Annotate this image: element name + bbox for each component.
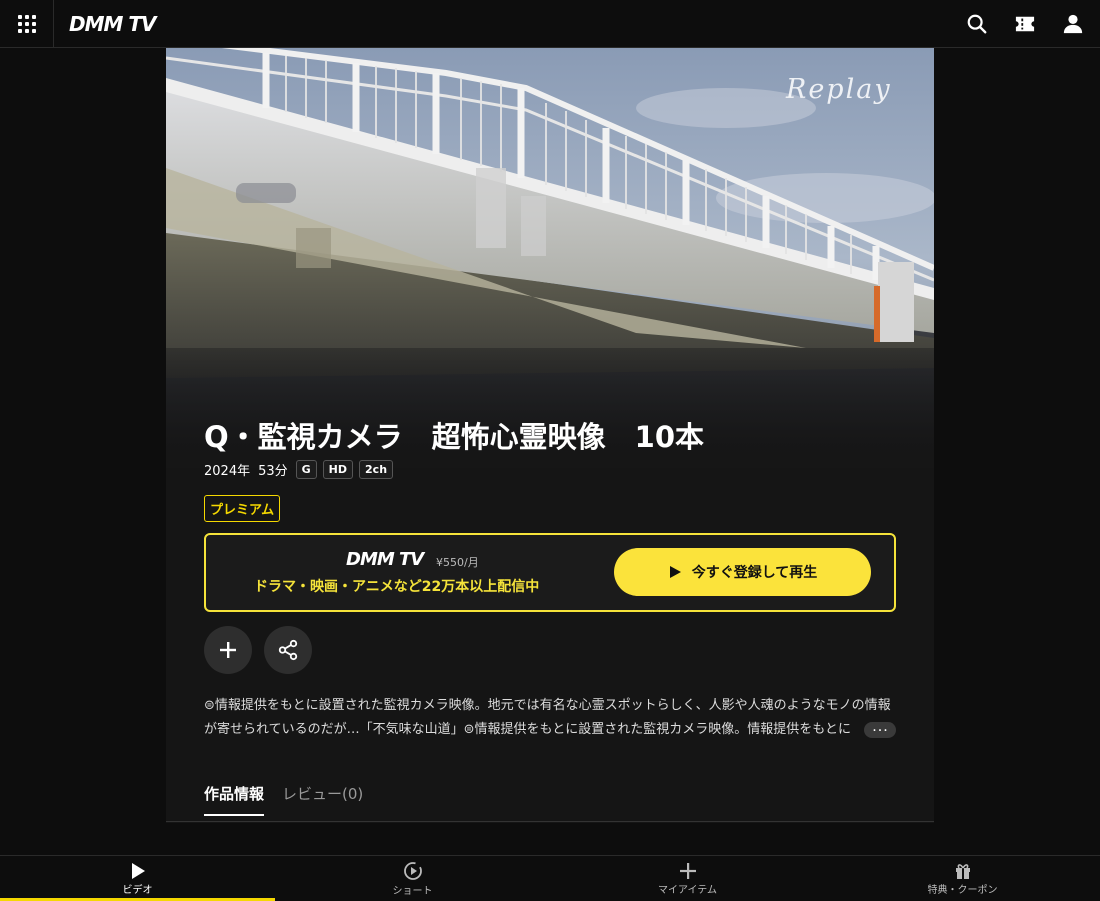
promo-price: ¥550/月 bbox=[436, 556, 479, 569]
user-icon bbox=[1063, 14, 1083, 34]
video-title: Q・監視カメラ 超怖心霊映像 10本 bbox=[204, 420, 705, 454]
subscribe-play-button[interactable]: 今すぐ登録して再生 bbox=[614, 548, 871, 596]
content-column: Replay Q・監視カメラ 超怖心霊映像 10本 2024年 53分 G HD… bbox=[166, 48, 934, 823]
audio-badge: 2ch bbox=[359, 460, 394, 479]
search-icon bbox=[967, 14, 987, 34]
grid-menu-icon bbox=[17, 14, 36, 33]
play-icon bbox=[669, 566, 681, 578]
short-play-icon bbox=[403, 861, 422, 880]
nav-my-items-label: マイアイテム bbox=[658, 884, 717, 896]
nav-benefits-coupons[interactable]: 特典・クーポン bbox=[825, 856, 1100, 901]
share-button[interactable] bbox=[264, 626, 312, 674]
description-more-button[interactable]: ･･･ bbox=[864, 722, 896, 738]
rating-badge: G bbox=[295, 460, 317, 479]
nav-my-items[interactable]: マイアイテム bbox=[550, 856, 825, 901]
account-button[interactable] bbox=[1060, 11, 1086, 37]
ticket-button[interactable] bbox=[1012, 11, 1038, 37]
video-description: ⊜情報提供をもとに設置された監視カメラ映像。地元では有名な心霊スポットらしく、人… bbox=[204, 698, 891, 737]
nav-benefits-label: 特典・クーポン bbox=[927, 884, 998, 896]
gift-icon bbox=[955, 863, 970, 879]
plus-icon bbox=[220, 642, 236, 658]
nav-video-label: ビデオ bbox=[122, 884, 153, 896]
replay-watermark: Replay bbox=[786, 74, 892, 105]
detail-tabs: 作品情報 レビュー(0) bbox=[204, 783, 363, 816]
hero-image: Replay bbox=[166, 48, 934, 468]
play-icon bbox=[131, 862, 145, 879]
tab-reviews[interactable]: レビュー(0) bbox=[282, 783, 363, 816]
bottom-navigation: ビデオ ショート マイアイテム 特典・クーポン bbox=[0, 855, 1100, 901]
promo-subtitle: ドラマ・映画・アニメなど22万本以上配信中 bbox=[254, 579, 540, 595]
tabs-divider bbox=[166, 821, 934, 822]
subscribe-play-label: 今すぐ登録して再生 bbox=[691, 565, 818, 581]
header-actions bbox=[964, 0, 1086, 48]
duration: 53分 bbox=[258, 464, 288, 479]
top-header: DMM TV bbox=[0, 0, 1100, 48]
nav-short[interactable]: ショート bbox=[275, 856, 550, 901]
dmm-tv-logo[interactable]: DMM TV bbox=[69, 12, 156, 36]
search-button[interactable] bbox=[964, 11, 990, 37]
ticket-icon bbox=[1015, 16, 1035, 32]
plus-icon bbox=[679, 862, 696, 879]
subscription-promo: DMM TV ¥550/月 ドラマ・映画・アニメなど22万本以上配信中 今すぐ登… bbox=[204, 533, 896, 612]
promo-logo: DMM TV bbox=[346, 549, 424, 570]
nav-video[interactable]: ビデオ bbox=[0, 856, 275, 901]
nav-short-label: ショート bbox=[392, 885, 433, 897]
quality-badge: HD bbox=[322, 460, 354, 479]
release-year: 2024年 bbox=[204, 464, 251, 479]
tab-work-info[interactable]: 作品情報 bbox=[204, 783, 265, 816]
app-menu-button[interactable] bbox=[0, 0, 54, 48]
add-to-mylist-button[interactable] bbox=[204, 626, 252, 674]
premium-badge: プレミアム bbox=[204, 495, 281, 522]
share-icon bbox=[278, 639, 298, 661]
video-meta: 2024年 53分 G HD 2ch bbox=[204, 460, 394, 479]
